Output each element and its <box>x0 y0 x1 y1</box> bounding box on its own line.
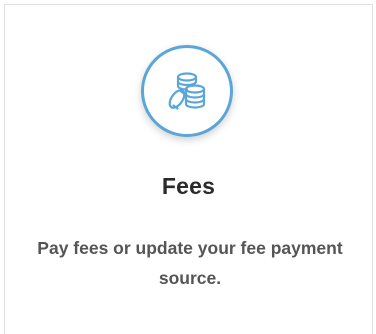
card-description: Pay fees or update your fee payment sour… <box>37 238 343 288</box>
fees-card[interactable]: Fees Pay fees or update your fee payment… <box>4 4 373 334</box>
fees-icon-badge <box>141 45 233 137</box>
card-title: Fees <box>161 173 216 199</box>
coins-icon <box>163 67 211 115</box>
